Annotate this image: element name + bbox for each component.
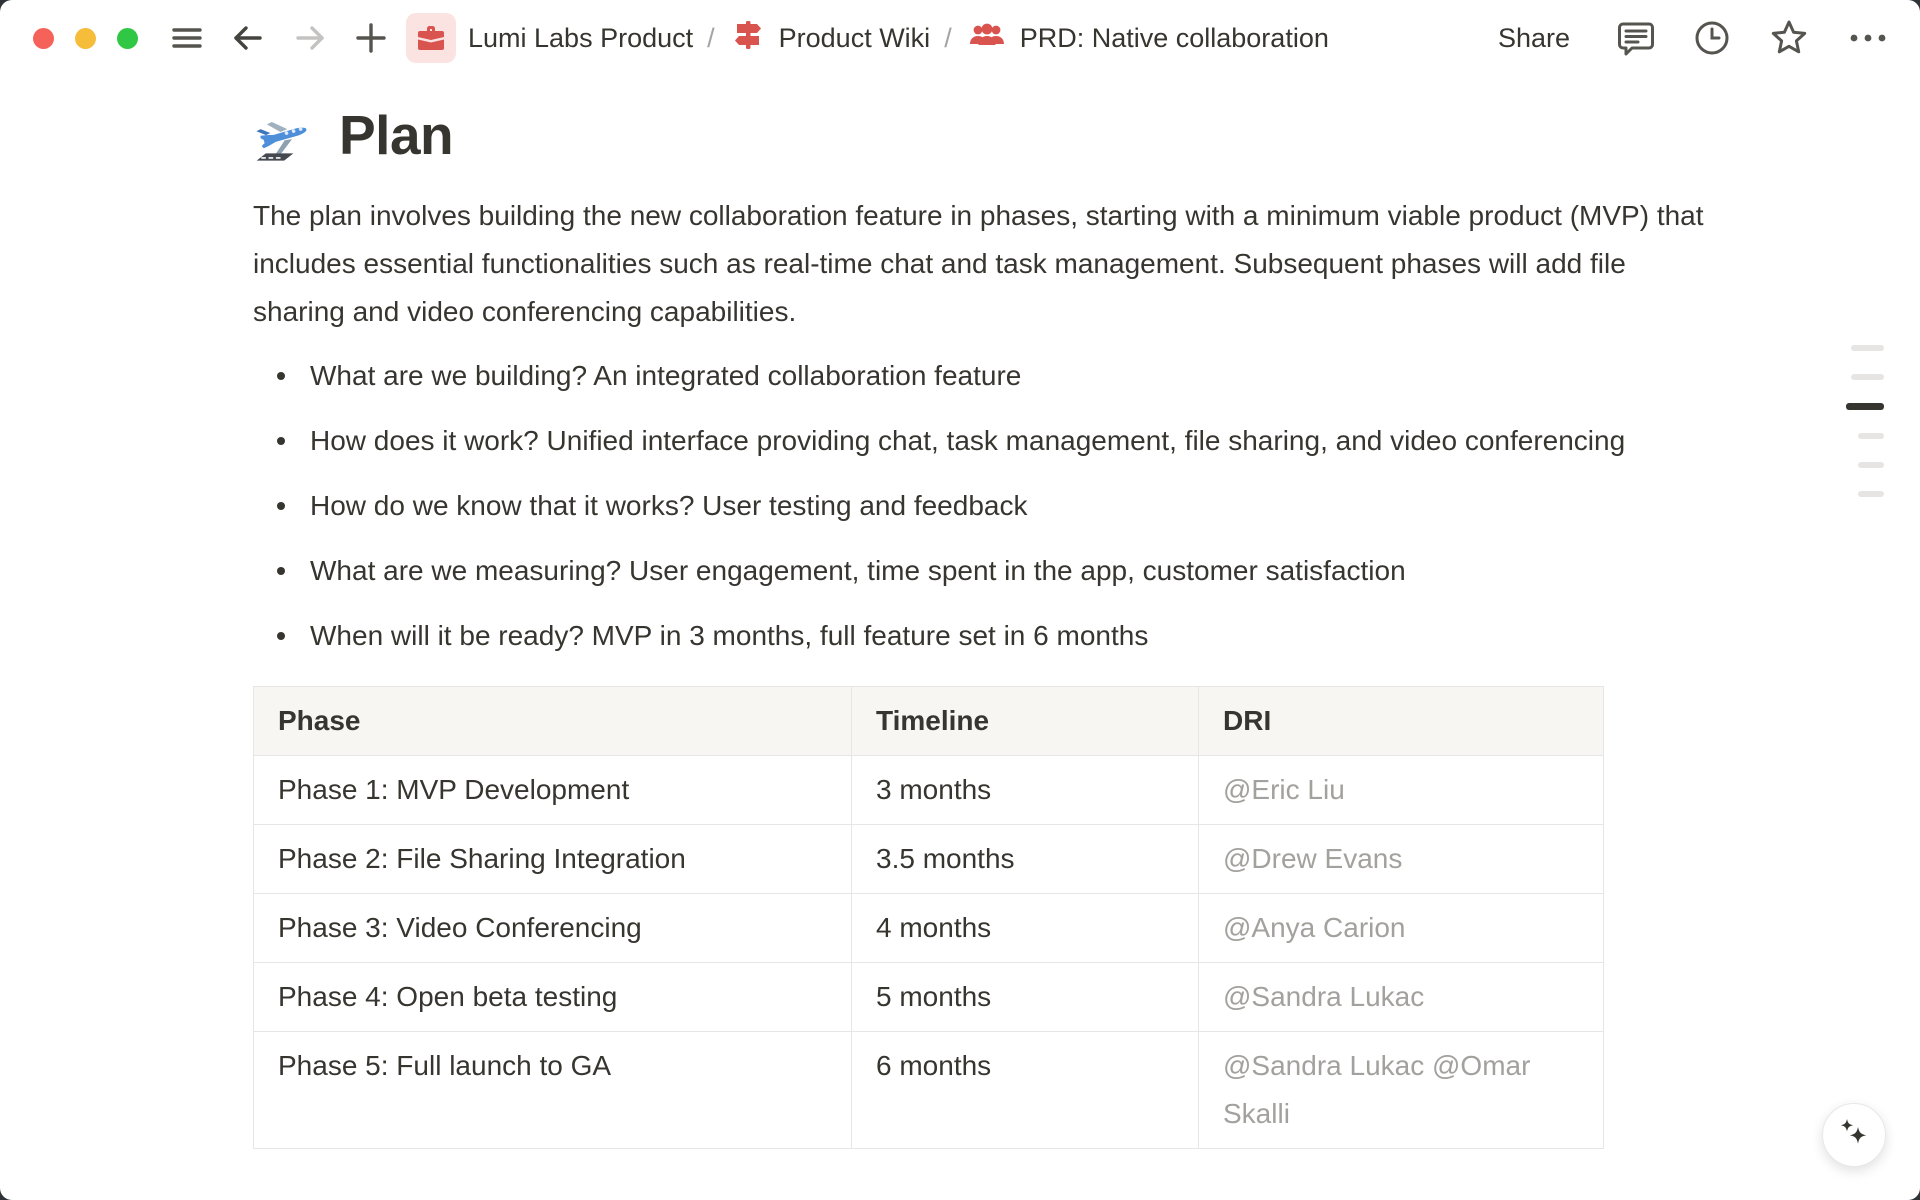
table-row: Phase 1: MVP Development 3 months @Eric …: [254, 756, 1604, 825]
table-cell-dri-mention[interactable]: @Sandra Lukac: [1199, 963, 1604, 1032]
table-row: Phase 5: Full launch to GA 6 months @San…: [254, 1032, 1604, 1149]
zoom-window-button[interactable]: [117, 28, 138, 49]
sparkles-icon: [1835, 1114, 1873, 1157]
table-cell-timeline[interactable]: 4 months: [852, 894, 1199, 963]
forward-icon[interactable]: [292, 20, 328, 56]
comment-icon[interactable]: [1616, 18, 1656, 58]
qa-bullet-list: What are we building? An integrated coll…: [253, 352, 1713, 660]
ai-assistant-button[interactable]: [1822, 1103, 1886, 1167]
page-outline-indicator: [1846, 345, 1884, 520]
back-icon[interactable]: [230, 20, 266, 56]
table-cell-phase[interactable]: Phase 4: Open beta testing: [254, 963, 852, 1032]
outline-section-marker[interactable]: [1851, 374, 1884, 380]
signpost-icon: [729, 16, 767, 61]
minimize-window-button[interactable]: [75, 28, 96, 49]
star-icon[interactable]: [1768, 17, 1810, 59]
breadcrumb-item-workspace[interactable]: Lumi Labs Product: [406, 13, 693, 63]
table-cell-phase[interactable]: Phase 1: MVP Development: [254, 756, 852, 825]
traffic-lights: [33, 28, 138, 49]
close-window-button[interactable]: [33, 28, 54, 49]
breadcrumb-separator: /: [707, 23, 715, 54]
outline-section-marker[interactable]: [1858, 462, 1884, 468]
top-bar: Lumi Labs Product / Product Wiki /: [0, 0, 1920, 76]
table-cell-dri-mention[interactable]: @Drew Evans: [1199, 825, 1604, 894]
table-row: Phase 4: Open beta testing 5 months @San…: [254, 963, 1604, 1032]
page-title[interactable]: Plan: [339, 103, 453, 167]
table-cell-phase[interactable]: Phase 5: Full launch to GA: [254, 1032, 852, 1149]
outline-section-marker[interactable]: [1858, 491, 1884, 497]
bullet-item[interactable]: What are we measuring? User engagement, …: [253, 547, 1713, 595]
table-cell-dri-mention[interactable]: @Eric Liu: [1199, 756, 1604, 825]
new-page-icon[interactable]: [354, 21, 388, 55]
bullet-item[interactable]: When will it be ready? MVP in 3 months, …: [253, 612, 1713, 660]
table-cell-timeline[interactable]: 5 months: [852, 963, 1199, 1032]
people-icon: [966, 14, 1008, 63]
table-row: Phase 2: File Sharing Integration 3.5 mo…: [254, 825, 1604, 894]
phase-table: Phase Timeline DRI Phase 1: MVP Developm…: [253, 686, 1604, 1149]
table-header-row: Phase Timeline DRI: [254, 687, 1604, 756]
bullet-item[interactable]: How does it work? Unified interface prov…: [253, 417, 1713, 465]
app-window: Lumi Labs Product / Product Wiki /: [0, 0, 1920, 1200]
column-header-phase[interactable]: Phase: [254, 687, 852, 756]
breadcrumb: Lumi Labs Product / Product Wiki /: [406, 13, 1329, 63]
table-cell-phase[interactable]: Phase 2: File Sharing Integration: [254, 825, 852, 894]
breadcrumb-label: Product Wiki: [779, 23, 931, 54]
breadcrumb-label: PRD: Native collaboration: [1020, 23, 1329, 54]
table-cell-dri-mention[interactable]: @Anya Carion: [1199, 894, 1604, 963]
table-row: Phase 3: Video Conferencing 4 months @An…: [254, 894, 1604, 963]
airplane-departure-emoji[interactable]: [253, 102, 319, 168]
column-header-dri[interactable]: DRI: [1199, 687, 1604, 756]
breadcrumb-label: Lumi Labs Product: [468, 23, 693, 54]
table-cell-timeline[interactable]: 3.5 months: [852, 825, 1199, 894]
intro-paragraph[interactable]: The plan involves building the new colla…: [253, 192, 1713, 336]
clock-icon[interactable]: [1692, 18, 1732, 58]
table-cell-timeline[interactable]: 3 months: [852, 756, 1199, 825]
outline-section-marker[interactable]: [1851, 345, 1884, 351]
table-cell-dri-mention[interactable]: @Sandra Lukac @Omar Skalli: [1199, 1032, 1604, 1149]
table-cell-timeline[interactable]: 6 months: [852, 1032, 1199, 1149]
page-content: Plan The plan involves building the new …: [0, 102, 1750, 1149]
breadcrumb-item-product-wiki[interactable]: Product Wiki: [729, 16, 931, 61]
sidebar-menu-icon[interactable]: [170, 21, 204, 55]
breadcrumb-separator: /: [944, 23, 952, 54]
share-button[interactable]: Share: [1488, 17, 1580, 60]
bullet-item[interactable]: What are we building? An integrated coll…: [253, 352, 1713, 400]
bullet-item[interactable]: How do we know that it works? User testi…: [253, 482, 1713, 530]
briefcase-icon: [406, 13, 456, 63]
column-header-timeline[interactable]: Timeline: [852, 687, 1199, 756]
outline-section-marker[interactable]: [1858, 433, 1884, 439]
outline-section-marker-active[interactable]: [1846, 403, 1884, 410]
breadcrumb-item-prd[interactable]: PRD: Native collaboration: [966, 14, 1329, 63]
table-cell-phase[interactable]: Phase 3: Video Conferencing: [254, 894, 852, 963]
ellipsis-icon[interactable]: [1846, 18, 1890, 58]
